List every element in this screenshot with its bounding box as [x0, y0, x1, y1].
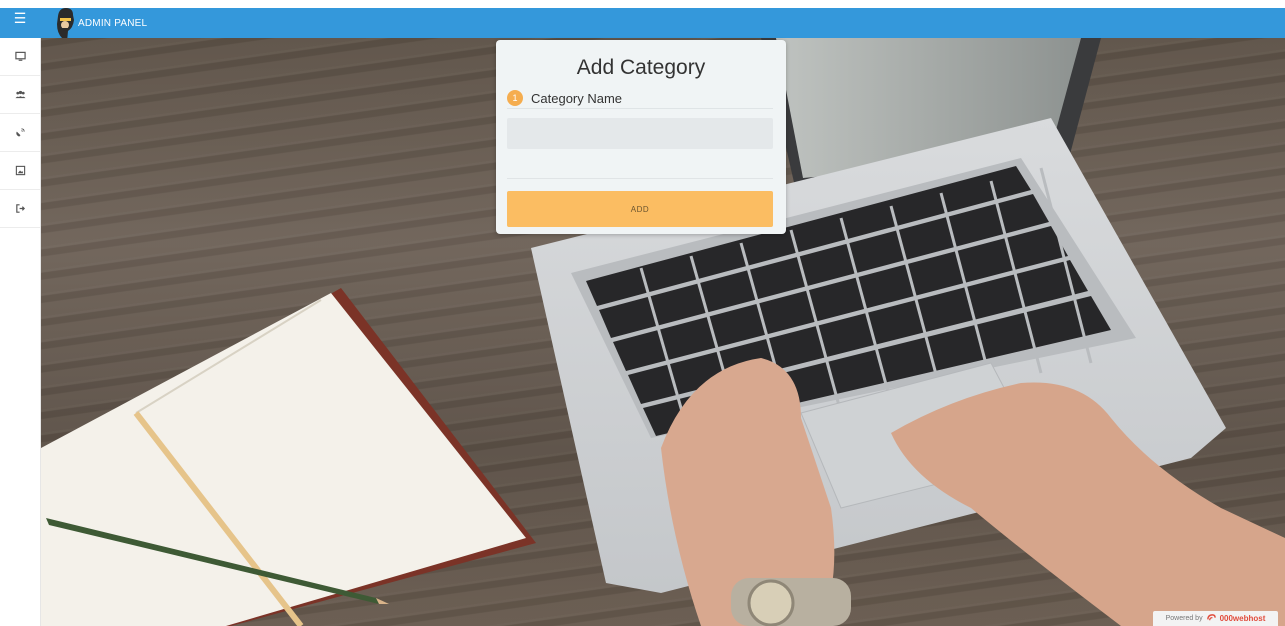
sidebar-item-media[interactable] [0, 152, 40, 190]
satellite-icon [15, 128, 25, 137]
category-name-label: Category Name [531, 90, 623, 106]
image-icon [15, 165, 25, 176]
users-icon [14, 90, 26, 99]
monitor-icon [14, 51, 26, 61]
add-button[interactable]: ADD [507, 191, 773, 227]
sidebar-item-feeds[interactable] [0, 114, 40, 152]
sidebar-item-dashboard[interactable] [0, 38, 40, 76]
hamburger-icon[interactable]: ☰ [0, 8, 40, 30]
card-title: Add Category [576, 56, 706, 79]
sign-out-icon [15, 204, 25, 213]
sidebar-item-logout[interactable] [0, 190, 40, 228]
step-badge: 1 [507, 90, 523, 106]
sidebar [0, 38, 41, 626]
powered-by-badge[interactable]: Powered by 000webhost [1153, 611, 1278, 626]
brand-title: ADMIN PANEL [78, 18, 148, 29]
powered-by-label: Powered by [1165, 615, 1203, 622]
divider [507, 178, 773, 179]
category-name-input[interactable] [507, 118, 773, 149]
sidebar-item-users[interactable] [0, 76, 40, 114]
add-category-card: Add Category 1 Category Name ADD [496, 40, 786, 234]
category-name-field-row: 1 Category Name [507, 88, 773, 109]
webhost-logo-icon [1206, 614, 1216, 621]
top-navbar: ☰ ADMIN PANEL [0, 8, 1285, 48]
host-name: 000webhost [1219, 614, 1266, 623]
